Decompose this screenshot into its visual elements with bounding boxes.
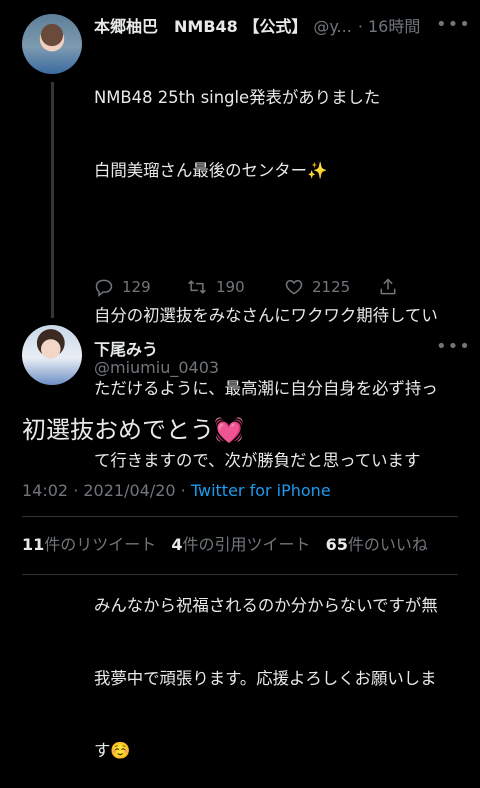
- reply-count: 129: [122, 278, 151, 296]
- reply-button[interactable]: 129: [94, 276, 151, 298]
- tweet-text: 初選抜おめでとう💓: [22, 416, 244, 444]
- retweet-button[interactable]: 190: [186, 276, 245, 298]
- separator: ·: [68, 481, 84, 500]
- divider: [22, 574, 458, 575]
- avatar[interactable]: [22, 14, 82, 74]
- tweet-time[interactable]: 14:02: [22, 481, 68, 500]
- share-button[interactable]: [378, 276, 398, 298]
- like-stat-count: 65: [325, 535, 348, 554]
- author-name[interactable]: 下尾みう: [94, 336, 158, 360]
- quote-stat-count: 4: [171, 535, 183, 554]
- separator: ·: [175, 481, 191, 500]
- tweet-line: 我夢中で頑張ります。応援よろしくお願いしま: [94, 668, 437, 688]
- tweet-line: ただけるように、最高潮に自分自身を必ず持っ: [94, 378, 438, 398]
- retweet-stat[interactable]: 11件のリツイート: [22, 535, 156, 554]
- tweet-line: 白間美瑠さん最後のセンター✨: [94, 161, 328, 181]
- retweet-stat-count: 11: [22, 535, 45, 554]
- tweet-header: 本郷柚巴 NMB48 【公式】 @y... · 16時間: [94, 13, 420, 37]
- like-icon: [285, 279, 303, 295]
- like-button[interactable]: 2125: [284, 276, 350, 298]
- author-handle[interactable]: @y...: [313, 17, 351, 36]
- like-stat-label: 件のいいね: [347, 535, 428, 554]
- quote-stat-label: 件の引用ツイート: [182, 535, 311, 554]
- avatar[interactable]: [22, 325, 82, 385]
- reply-icon: [95, 279, 113, 297]
- share-icon: [380, 278, 396, 295]
- like-stat[interactable]: 65件のいいね: [326, 535, 428, 554]
- retweet-icon: [188, 280, 206, 294]
- tweet-line: [94, 232, 464, 256]
- tweet-line: す☺️: [94, 741, 131, 761]
- author-handle[interactable]: @miumiu_0403: [94, 358, 219, 377]
- retweet-stat-label: 件のリツイート: [44, 535, 157, 554]
- tweet-line: NMB48 25th single発表がありました: [94, 88, 381, 108]
- retweet-count: 190: [216, 278, 245, 296]
- thread-line: [51, 82, 54, 318]
- tweet-source-link[interactable]: Twitter for iPhone: [191, 481, 331, 500]
- divider: [22, 516, 458, 517]
- more-options-button[interactable]: •••: [436, 14, 471, 35]
- tweet-line: 自分の初選抜をみなさんにワクワク期待してい: [94, 306, 438, 326]
- like-count: 2125: [312, 278, 351, 296]
- tweet-line: みんなから祝福されるのか分からないですが無: [94, 596, 438, 616]
- tweet-stats: 11件のリツイート 4件の引用ツイート 65件のいいね: [22, 531, 428, 555]
- author-name[interactable]: 本郷柚巴 NMB48 【公式】: [94, 13, 307, 37]
- tweet-date[interactable]: 2021/04/20: [83, 481, 175, 500]
- quote-stat[interactable]: 4件の引用ツイート: [171, 535, 310, 554]
- tweet-meta: 14:02 · 2021/04/20 · Twitter for iPhone: [22, 481, 331, 500]
- tweet-line: て行きますので、次が勝負だと思っています: [94, 451, 421, 471]
- more-options-button[interactable]: •••: [436, 336, 471, 357]
- tweet-time[interactable]: · 16時間: [358, 13, 421, 37]
